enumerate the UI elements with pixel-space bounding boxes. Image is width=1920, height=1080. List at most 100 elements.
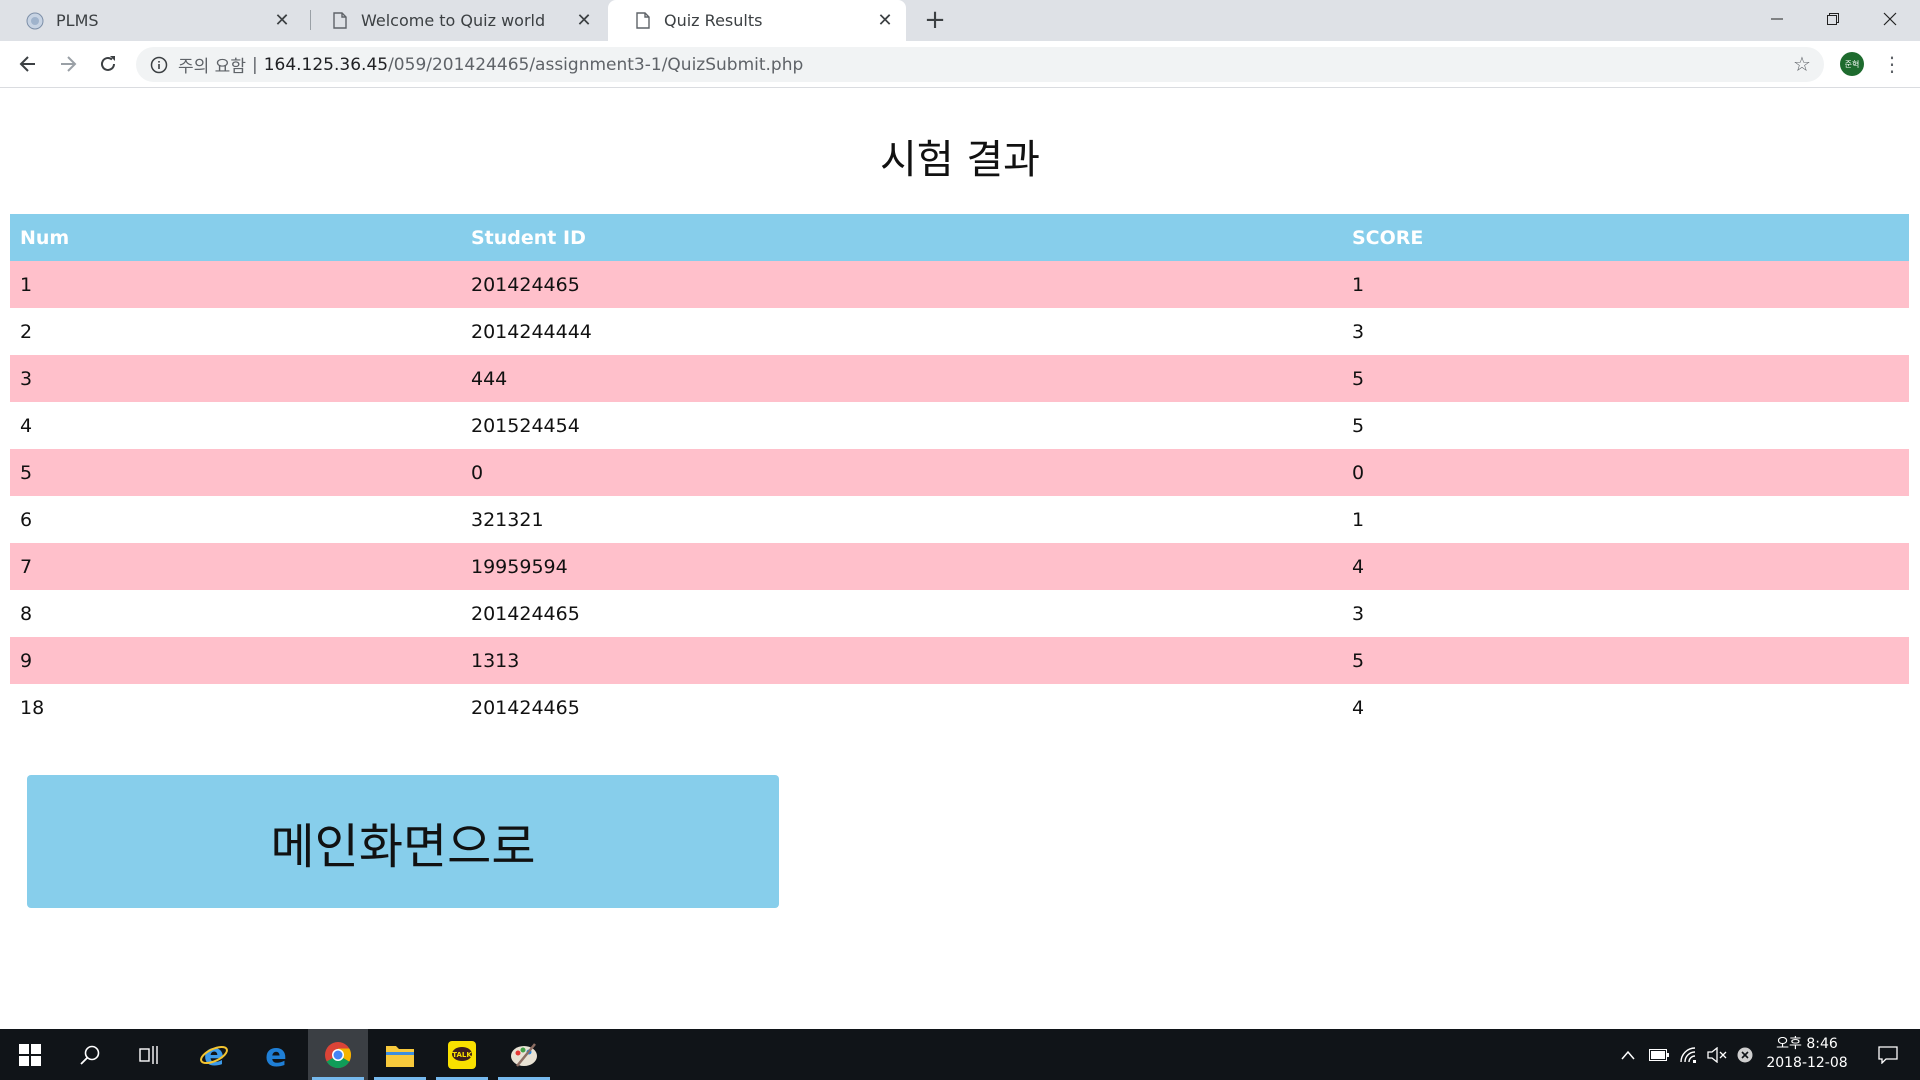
- search-icon: [80, 1045, 100, 1065]
- paint-taskbar[interactable]: [494, 1029, 554, 1080]
- bookmark-star-icon[interactable]: ☆: [1788, 50, 1816, 78]
- chrome-taskbar[interactable]: [308, 1029, 368, 1080]
- table-row: 7 19959594 4: [10, 543, 1909, 590]
- chrome-icon: [325, 1041, 352, 1068]
- document-icon: [331, 12, 349, 30]
- tab-title: Quiz Results: [664, 11, 763, 30]
- paint-palette-icon: [511, 1042, 537, 1067]
- page-title: 시험 결과: [880, 137, 1040, 183]
- cell-score: 5: [1342, 355, 1909, 402]
- cell-num: 8: [20, 602, 33, 625]
- cell-score: 3: [1352, 320, 1365, 343]
- cell-num: 7: [10, 543, 461, 590]
- cell-num: 6: [20, 508, 33, 531]
- cell-num: 3: [10, 355, 461, 402]
- cell-score: 1: [1342, 261, 1909, 308]
- folder-icon: [386, 1045, 414, 1067]
- page-content: 시험 결과 Num Student ID SCORE 1 201424465 1…: [0, 89, 1920, 1029]
- back-button[interactable]: [12, 48, 44, 80]
- header-num: Num: [10, 214, 461, 261]
- taskbar-clock[interactable]: 오후 8:46 2018-12-08: [1752, 1035, 1862, 1073]
- profile-avatar[interactable]: 준혁: [1840, 52, 1864, 76]
- cell-score: 5: [1352, 414, 1365, 437]
- document-icon: [634, 12, 652, 30]
- svg-text:e: e: [265, 1040, 287, 1070]
- url-path: /059/201424465/assignment3-1/QuizSubmit.…: [388, 54, 804, 75]
- svg-text:TALK: TALK: [452, 1051, 472, 1059]
- address-bar[interactable]: 주의 요함 | 164.125.36.45/059/201424465/assi…: [136, 47, 1824, 82]
- close-icon[interactable]: ✕: [573, 10, 595, 32]
- cell-score: 3: [1352, 602, 1365, 625]
- table-row: 18 201424465 4: [10, 684, 1909, 731]
- network-icon[interactable]: [1676, 1029, 1702, 1080]
- restore-button[interactable]: [1805, 0, 1861, 38]
- tab-title: Welcome to Quiz world: [361, 11, 546, 30]
- browser-toolbar: 주의 요함 | 164.125.36.45/059/201424465/assi…: [0, 41, 1920, 88]
- header-score: SCORE: [1342, 214, 1909, 261]
- cell-score: 1: [1352, 508, 1365, 531]
- cell-num: 18: [20, 696, 45, 719]
- table-row: 5 0 0: [10, 449, 1909, 496]
- url-host: 164.125.36.45: [263, 54, 389, 75]
- forward-button[interactable]: [52, 48, 84, 80]
- tab-welcome[interactable]: Welcome to Quiz world ✕: [305, 0, 605, 41]
- cell-student-id: 444: [461, 355, 1342, 402]
- task-view-button[interactable]: [120, 1029, 180, 1080]
- table-row: 1 201424465 1: [10, 261, 1909, 308]
- header-student-id: Student ID: [461, 214, 1342, 261]
- minimize-button[interactable]: [1749, 0, 1805, 38]
- tab-strip: PLMS ✕ Welcome to Quiz world ✕ Quiz Resu…: [0, 0, 1920, 41]
- search-button[interactable]: [60, 1029, 120, 1080]
- table-row: 3 444 5: [10, 355, 1909, 402]
- plms-favicon-icon: [26, 12, 44, 30]
- cell-student-id: 0: [461, 449, 1342, 496]
- close-icon[interactable]: ✕: [271, 10, 293, 32]
- tab-title: PLMS: [56, 11, 99, 30]
- tray-overflow-chevron-icon[interactable]: [1616, 1029, 1640, 1080]
- cell-student-id: 201424465: [471, 602, 580, 625]
- start-button[interactable]: [0, 1029, 60, 1080]
- internet-explorer-taskbar[interactable]: e: [184, 1029, 244, 1080]
- edge-taskbar[interactable]: e: [246, 1029, 306, 1080]
- volume-muted-icon[interactable]: [1704, 1029, 1730, 1080]
- internet-explorer-icon: e: [200, 1040, 228, 1070]
- tab-plms[interactable]: PLMS ✕: [0, 0, 303, 41]
- back-to-main-button[interactable]: 메인화면으로: [27, 775, 779, 908]
- reload-button[interactable]: [92, 48, 124, 80]
- action-center-icon: [1878, 1045, 1898, 1064]
- cell-score: 0: [1342, 449, 1909, 496]
- results-table: Num Student ID SCORE 1 201424465 1 2 201…: [10, 214, 1909, 731]
- table-row: 9 1313 5: [10, 637, 1909, 684]
- table-row: 2 2014244444 3: [10, 308, 1909, 355]
- kakaotalk-taskbar[interactable]: TALK: [432, 1029, 492, 1080]
- battery-icon[interactable]: [1646, 1029, 1672, 1080]
- cell-num: 1: [10, 261, 461, 308]
- omnibox-separator: |: [251, 54, 258, 75]
- cell-num: 5: [10, 449, 461, 496]
- windows-logo-icon: [19, 1043, 41, 1066]
- cell-student-id: 201524454: [471, 414, 580, 437]
- action-center-button[interactable]: [1866, 1029, 1910, 1080]
- browser-menu-icon[interactable]: ⋮: [1880, 52, 1904, 76]
- cell-student-id: 2014244444: [471, 320, 592, 343]
- close-icon[interactable]: ✕: [874, 10, 896, 32]
- cell-score: 5: [1342, 637, 1909, 684]
- security-warning-label[interactable]: 주의 요함: [178, 52, 246, 77]
- close-window-button[interactable]: [1862, 0, 1918, 38]
- cell-score: 4: [1352, 696, 1365, 719]
- cell-num: 9: [10, 637, 461, 684]
- table-row: 8 201424465 3: [10, 590, 1909, 637]
- table-row: 4 201524454 5: [10, 402, 1909, 449]
- cell-num: 4: [20, 414, 33, 437]
- clock-time: 오후 8:46: [1776, 1036, 1838, 1052]
- info-icon[interactable]: [150, 56, 168, 74]
- table-header-row: Num Student ID SCORE: [10, 214, 1909, 261]
- cell-student-id: 321321: [471, 508, 544, 531]
- table-row: 6 321321 1: [10, 496, 1909, 543]
- cell-student-id: 201424465: [471, 696, 580, 719]
- file-explorer-taskbar[interactable]: [370, 1029, 430, 1080]
- svg-text:e: e: [204, 1040, 224, 1070]
- tab-quiz-results[interactable]: Quiz Results ✕: [608, 0, 906, 41]
- new-tab-button[interactable]: +: [921, 5, 949, 35]
- cell-num: 2: [20, 320, 33, 343]
